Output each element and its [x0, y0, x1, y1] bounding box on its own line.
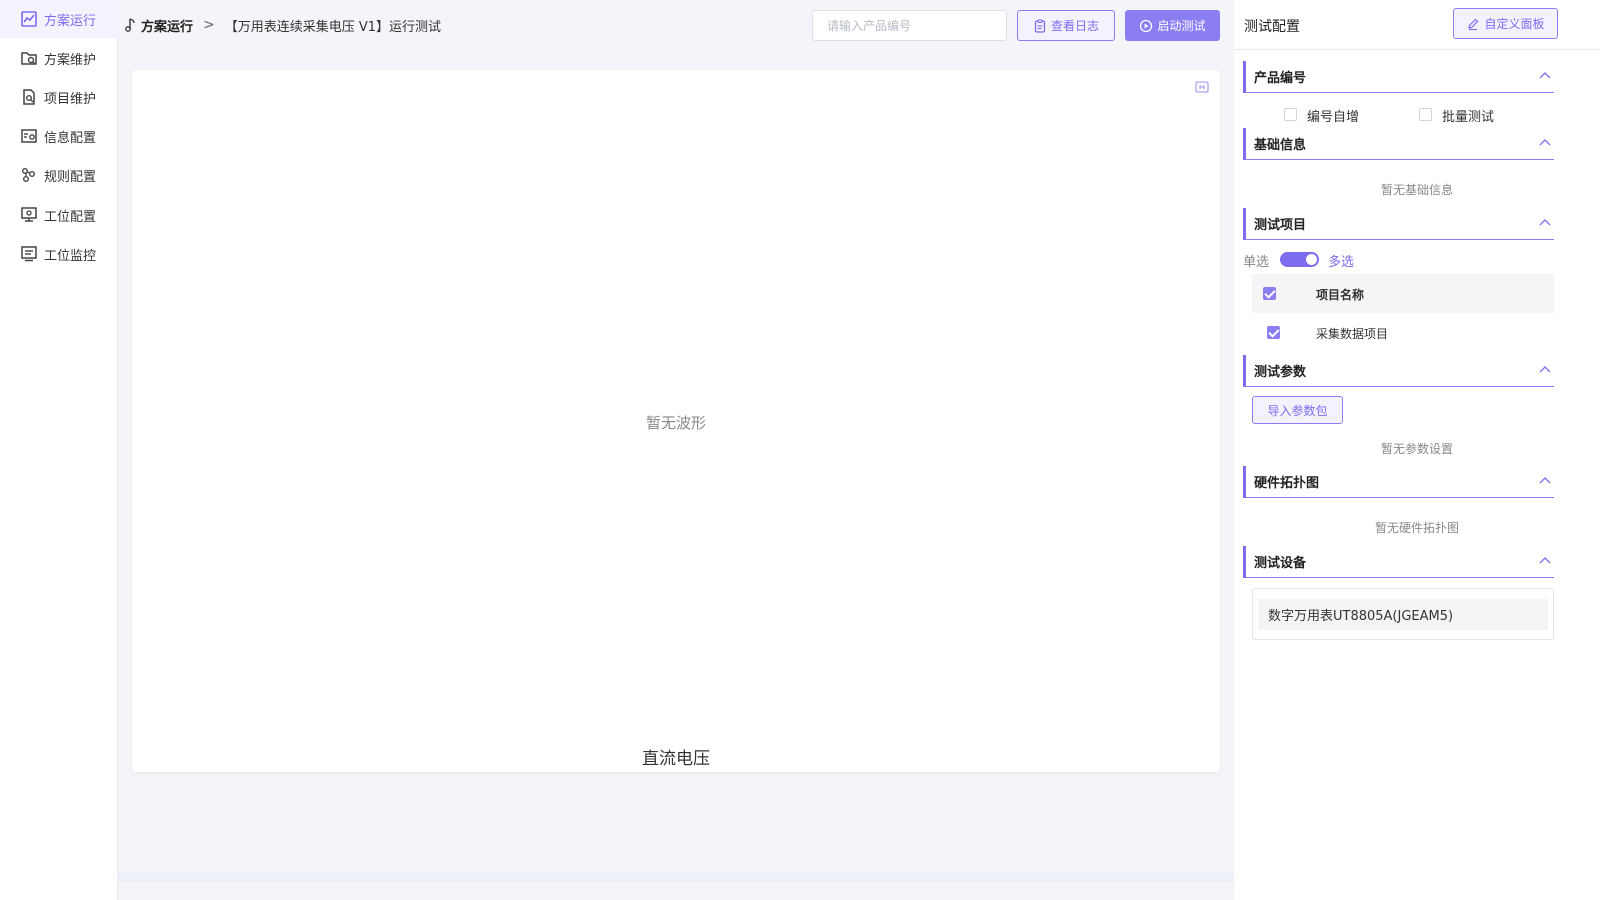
basic-info-empty-text: 暂无基础信息 [1380, 183, 1453, 197]
sidebar-item-label: 信息配置 [44, 130, 97, 146]
sidebar-item-info-config[interactable]: 信息配置 [0, 117, 118, 155]
monitor-list-icon [20, 245, 38, 263]
fullscreen-icon[interactable] [1195, 81, 1209, 93]
sidebar-item-label: 项目维护 [44, 91, 97, 107]
custom-panel-label: 自定义面板 [1484, 17, 1545, 31]
test-item-name: 采集数据项目 [1316, 327, 1389, 341]
test-config-panel: 测试配置 自定义面板 产品编号 编号自增 批量测试 基础信息 暂无基础信息 测试… [1234, 0, 1600, 900]
column-header-project-name: 项目名称 [1316, 288, 1365, 302]
test-item-checkbox[interactable] [1267, 326, 1280, 339]
breadcrumb-root[interactable]: 方案运行 [141, 16, 193, 35]
auto-increment-checkbox[interactable] [1284, 108, 1297, 121]
import-params-button[interactable]: 导入参数包 [1252, 396, 1343, 424]
auto-increment-label: 编号自增 [1307, 110, 1360, 125]
chevron-up-icon[interactable] [1539, 556, 1551, 564]
empty-waveform-text: 暂无波形 [645, 414, 706, 432]
section-title: 测试参数 [1254, 365, 1307, 380]
sidebar-item-rule-config[interactable]: 规则配置 [0, 156, 118, 194]
sidebar-item-label: 方案运行 [44, 13, 97, 29]
document-search-icon [20, 88, 38, 106]
multi-select-label: 多选 [1328, 255, 1355, 270]
section-title: 硬件拓扑图 [1254, 476, 1320, 491]
device-item[interactable]: 数字万用表UT8805A(JGEAM5) [1258, 599, 1548, 630]
select-all-checkbox[interactable] [1263, 287, 1276, 300]
sidebar-item-label: 方案维护 [44, 52, 97, 68]
single-select-label: 单选 [1243, 255, 1270, 270]
section-test-items[interactable]: 测试项目 [1243, 208, 1554, 240]
sidebar-item-label: 工位监控 [44, 248, 97, 264]
batch-test-checkbox[interactable] [1419, 108, 1432, 121]
section-title: 产品编号 [1254, 71, 1307, 86]
chart-title: 直流电压 [642, 749, 710, 769]
sidebar-item-station-monitor[interactable]: 工位监控 [0, 235, 118, 273]
sidebar-item-label: 规则配置 [44, 169, 97, 185]
page-title: 【万用表连续采集电压 V1】运行测试 [224, 19, 442, 35]
sidebar: 方案运行 方案维护 项目维护 信息配置 规则配置 工位配置 工位监控 [0, 0, 118, 900]
section-hardware-topology[interactable]: 硬件拓扑图 [1243, 466, 1554, 498]
test-item-row[interactable]: 采集数据项目 [1252, 313, 1554, 352]
sidebar-item-label: 工位配置 [44, 209, 97, 225]
params-empty-text: 暂无参数设置 [1380, 442, 1453, 456]
chart-line-icon [20, 10, 38, 28]
edit-icon [1466, 17, 1480, 31]
section-test-params[interactable]: 测试参数 [1243, 355, 1554, 387]
section-product-number[interactable]: 产品编号 [1243, 61, 1554, 93]
play-circle-icon [1139, 19, 1153, 33]
config-title: 测试配置 [1244, 19, 1300, 35]
select-mode-toggle[interactable] [1280, 252, 1319, 267]
clipboard-icon [1033, 18, 1047, 33]
test-items-header-row: 项目名称 [1252, 274, 1554, 313]
toggle-knob [1306, 254, 1317, 265]
config-header: 测试配置 自定义面板 [1234, 0, 1600, 50]
sidebar-item-scheme-maintain[interactable]: 方案维护 [0, 39, 118, 77]
chevron-up-icon[interactable] [1539, 218, 1551, 226]
chevron-up-icon[interactable] [1539, 476, 1551, 484]
nodes-icon [20, 166, 38, 184]
chevron-up-icon[interactable] [1539, 365, 1551, 373]
section-title: 基础信息 [1254, 138, 1307, 153]
start-test-button[interactable]: 启动测试 [1125, 10, 1220, 41]
monitor-gear-icon [20, 206, 38, 224]
music-note-icon [122, 17, 138, 33]
topology-empty-text: 暂无硬件拓扑图 [1374, 521, 1459, 535]
section-basic-info[interactable]: 基础信息 [1243, 128, 1554, 160]
breadcrumb-separator: > [203, 17, 215, 33]
start-test-label: 启动测试 [1157, 19, 1206, 33]
chevron-up-icon[interactable] [1539, 138, 1551, 146]
breadcrumb: 方案运行 > 【万用表连续采集电压 V1】运行测试 [122, 14, 441, 36]
sidebar-item-project-maintain[interactable]: 项目维护 [0, 78, 118, 116]
section-title: 测试设备 [1254, 556, 1307, 571]
list-gear-icon [20, 127, 38, 145]
sidebar-item-station-config[interactable]: 工位配置 [0, 196, 118, 234]
folder-search-icon [20, 49, 38, 67]
device-list: 数字万用表UT8805A(JGEAM5) [1252, 588, 1554, 640]
batch-test-label: 批量测试 [1442, 110, 1495, 125]
import-params-label: 导入参数包 [1267, 403, 1328, 418]
section-title: 测试项目 [1254, 218, 1307, 233]
view-log-label: 查看日志 [1050, 19, 1099, 33]
horizontal-scrollbar[interactable] [118, 872, 1234, 882]
chevron-up-icon[interactable] [1539, 71, 1551, 79]
waveform-panel: 暂无波形 直流电压 [132, 70, 1220, 772]
custom-panel-button[interactable]: 自定义面板 [1453, 8, 1558, 39]
section-test-devices[interactable]: 测试设备 [1243, 546, 1554, 578]
product-number-input[interactable] [812, 10, 1007, 41]
sidebar-item-scheme-run[interactable]: 方案运行 [0, 0, 118, 38]
view-log-button[interactable]: 查看日志 [1017, 10, 1115, 41]
